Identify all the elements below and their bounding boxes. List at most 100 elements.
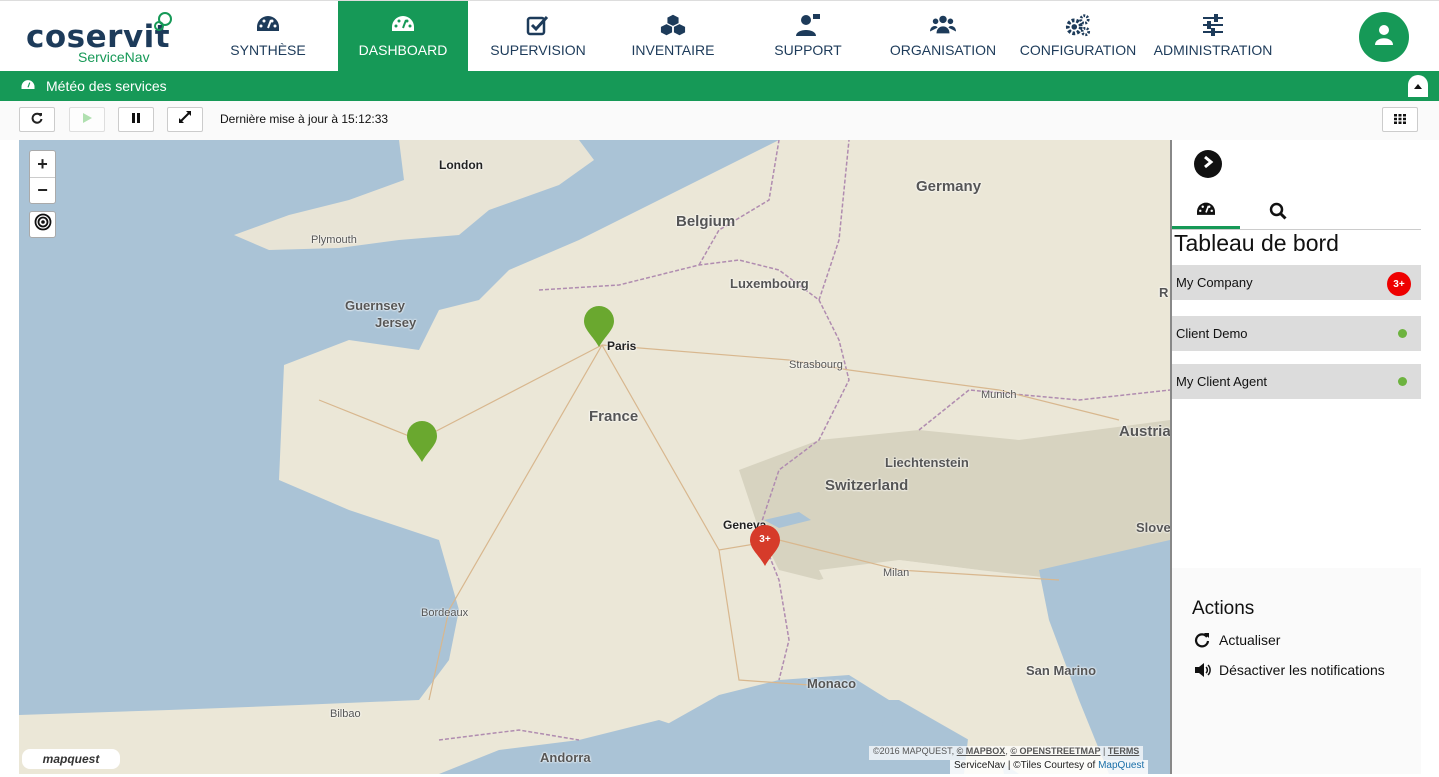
map-label-andorra: Andorra (540, 750, 591, 765)
check-square-icon (525, 13, 551, 37)
refresh-icon (31, 111, 43, 129)
marker-pin-icon (407, 421, 437, 462)
grid-icon (1394, 111, 1406, 129)
map-label-jersey: Jersey (375, 315, 417, 330)
toolbar: Dernière mise à jour à 15:12:33 (0, 101, 1439, 140)
marker-pin-icon (584, 306, 614, 347)
map-marker-paris[interactable] (583, 306, 615, 348)
pause-icon (130, 111, 142, 129)
fullscreen-button[interactable] (167, 107, 203, 132)
refresh-button[interactable] (19, 107, 55, 132)
nav-dashboard[interactable]: DASHBOARD (338, 1, 468, 72)
collapse-button[interactable] (1408, 75, 1428, 97)
client-item-client-demo[interactable]: Client Demo (1172, 316, 1421, 351)
map-label-milan: Milan (883, 567, 910, 579)
side-panel: Tableau de bord My Company 3+ Client Dem… (1170, 140, 1421, 774)
map-label-london: London (439, 158, 483, 172)
grid-view-button[interactable] (1382, 107, 1418, 132)
nav-label: ADMINISTRATION (1153, 42, 1273, 58)
client-item-my-client-agent[interactable]: My Client Agent (1172, 364, 1421, 399)
pause-button[interactable] (118, 107, 154, 132)
map-label-belgium: Belgium (676, 213, 736, 230)
sliders-icon (1200, 13, 1226, 37)
client-name: My Company (1176, 275, 1253, 290)
nav-synthese[interactable]: SYNTHÈSE (208, 1, 328, 72)
nav-label: INVENTAIRE (631, 42, 715, 58)
dashboard-icon (20, 79, 36, 97)
zoom-in-button[interactable]: + (30, 151, 55, 177)
support-user-icon (795, 13, 821, 37)
marker-pin-icon (750, 525, 780, 566)
status-dot (1398, 377, 1407, 386)
map-marker-lyon[interactable]: 3+ (749, 525, 781, 567)
dashboard-icon (1195, 201, 1217, 224)
map-label-france: France (589, 408, 639, 425)
nav-support[interactable]: SUPPORT (748, 1, 868, 72)
nav-label: SUPERVISION (490, 42, 586, 58)
map-label-bilbao: Bilbao (330, 708, 361, 720)
nav-configuration[interactable]: CONFIGURATION (1013, 1, 1143, 72)
nav-organisation[interactable]: ORGANISATION (883, 1, 1003, 72)
attribution-line2: ServiceNav | ©Tiles Courtesy of (954, 760, 1099, 771)
volume-icon (1194, 662, 1214, 678)
map-label-luxembourg: Luxembourg (730, 276, 809, 291)
actions-section: Actions Actualiser Désactiver les notifi… (1172, 568, 1421, 774)
attribution-osm-link[interactable]: © OPENSTREETMAP (1010, 746, 1100, 756)
nav-supervision[interactable]: SUPERVISION (478, 1, 598, 72)
map-marker-nantes[interactable] (406, 421, 438, 463)
panel-tabs (1172, 198, 1421, 230)
alert-count-badge: 3+ (1387, 272, 1411, 296)
map-label-bordeaux: Bordeaux (421, 607, 469, 619)
users-icon (930, 13, 956, 37)
collapse-panel-button[interactable] (1194, 150, 1222, 178)
attribution-mapbox-link[interactable]: © MAPBOX (957, 746, 1006, 756)
play-button[interactable] (69, 107, 105, 132)
map-attribution: ©2016 MAPQUEST, © MAPBOX, © OPENSTREETMA… (869, 746, 1144, 760)
refresh-action[interactable]: Actualiser (1194, 630, 1280, 650)
attribution-terms-link[interactable]: TERMS (1108, 746, 1140, 756)
product-name: ServiceNav (78, 49, 150, 65)
nav-administration[interactable]: ADMINISTRATION (1148, 1, 1278, 72)
client-item-my-company[interactable]: My Company 3+ (1172, 265, 1421, 300)
actions-heading: Actions (1192, 598, 1255, 619)
client-name: Client Demo (1176, 326, 1248, 341)
tab-search[interactable] (1244, 198, 1312, 229)
cogs-icon (1065, 13, 1091, 37)
user-icon (1373, 24, 1395, 51)
map-label-r: R (1159, 285, 1169, 300)
refresh-icon (1194, 632, 1214, 648)
mute-action-label: Désactiver les notifications (1219, 662, 1385, 678)
map-base (19, 140, 1170, 774)
status-dot (1398, 329, 1407, 338)
mapquest-link[interactable]: MapQuest (1098, 760, 1144, 771)
dashboard-icon (390, 13, 416, 37)
gauge-icon (255, 13, 281, 37)
chevron-up-icon (1413, 77, 1423, 95)
zoom-out-button[interactable]: − (30, 177, 55, 203)
panel-title: Tableau de bord (1174, 230, 1339, 256)
expand-icon (178, 110, 192, 129)
marker-label: 3+ (759, 534, 771, 545)
map-label-liechtenstein: Liechtenstein (885, 455, 969, 470)
top-navigation: coservit ServiceNav SYNTHÈSE DASHBOARD S… (0, 0, 1439, 72)
map-label-monaco: Monaco (807, 676, 857, 691)
client-name: My Client Agent (1176, 374, 1268, 389)
section-header: Météo des services (0, 71, 1439, 101)
tab-dashboard[interactable] (1172, 198, 1240, 229)
nav-label: CONFIGURATION (1019, 42, 1137, 58)
zoom-control: + − (29, 150, 56, 204)
map-label-strasbourg: Strasbourg (789, 359, 843, 371)
mute-notifications-action[interactable]: Désactiver les notifications (1194, 660, 1385, 680)
refresh-action-label: Actualiser (1219, 632, 1281, 648)
mapquest-logo: mapquest (22, 749, 120, 769)
cubes-icon (660, 13, 686, 37)
map-label-guernsey: Guernsey (345, 298, 405, 313)
locate-button[interactable] (29, 211, 56, 238)
map-view[interactable]: London Germany Belgium Plymouth Guernsey… (19, 140, 1170, 774)
nav-label: DASHBOARD (358, 42, 448, 58)
chevron-right-icon (1201, 155, 1215, 174)
user-menu-button[interactable] (1359, 12, 1409, 62)
nav-inventaire[interactable]: INVENTAIRE (613, 1, 733, 72)
coservit-logo[interactable]: coservit ServiceNav (26, 9, 186, 65)
map-label-germany: Germany (916, 178, 982, 195)
